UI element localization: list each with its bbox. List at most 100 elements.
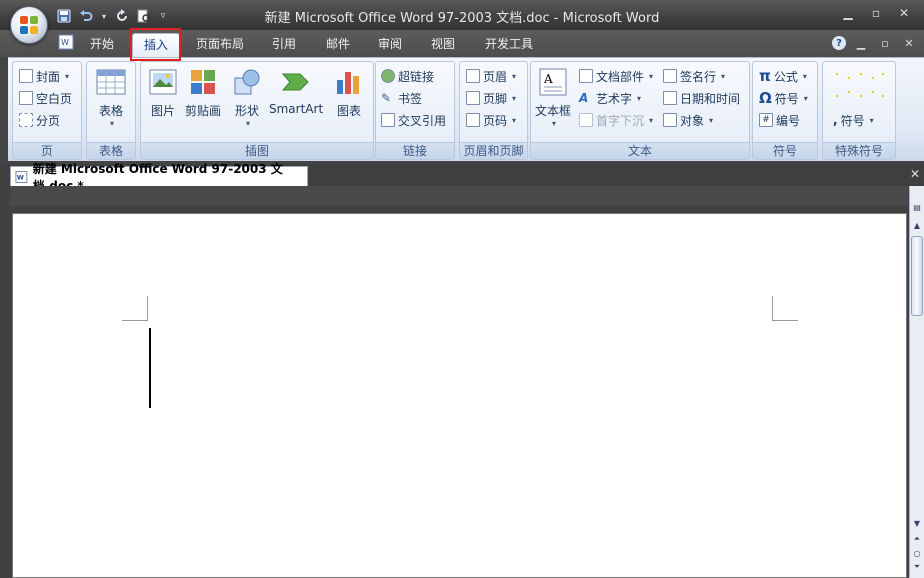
smartart-icon [281,73,309,91]
object-button[interactable]: 对象 ▾ [663,110,713,130]
special-symbols-gallery[interactable] [831,68,889,104]
textbox-button[interactable]: A 文本框 ▾ [535,66,571,128]
bookmark-icon: ✎ [381,91,392,105]
blank-page-icon [19,91,33,105]
chevron-down-icon: ▾ [512,93,517,103]
bookmark-button[interactable]: ✎ 书签 [381,88,422,108]
numbering-button[interactable]: # 编号 [759,110,800,130]
cover-button[interactable]: 封面 ▾ [19,66,69,86]
group-text: A 文本框 ▾ 文档部件 ▾ A 艺术字 ▾ 首字下沉 ▾ 签名行 ▾ 日期和时间 对象 ▾ [530,61,750,160]
chevron-down-icon: ▾ [552,119,557,128]
group-special-symbols: , 符号 ▾ 特殊符号 [822,61,896,160]
window-controls: ▁ ▫ ✕ [834,4,918,22]
group-illustrations: 图片 剪贴画 形状 ▾ SmartArt 图表 插图 [140,61,374,160]
page-break-button[interactable]: 分页 [19,110,60,130]
doc-close-icon[interactable]: ✕ [900,34,918,52]
page-number-button[interactable]: 页码 ▾ [466,110,516,130]
word-doc-icon: W [15,170,28,183]
title-bar: ▾ ▿ 新建 Microsoft Office Word 97-2003 文档.… [0,0,924,32]
group-links: 超链接 ✎ 书签 交叉引用 链接 [375,61,455,160]
signature-line-icon [663,69,677,83]
quick-parts-button[interactable]: 文档部件 ▾ [579,66,653,86]
group-label-links: 链接 [376,142,454,159]
ruler-toggle-icon[interactable]: ▤ [910,200,924,214]
footer-icon [466,91,480,105]
undo-icon[interactable] [78,8,94,24]
table-icon [96,69,126,95]
symbol-button[interactable]: Ω 符号 ▾ [759,88,808,108]
doc-minimize-icon[interactable]: ▁ [852,34,870,52]
vertical-scrollbar[interactable]: ▤ ▲ ▼ ⏶ ○ ⏷ [909,186,924,578]
group-pages: 封面 ▾ 空白页 分页 页 [12,61,82,160]
special-symbol-button[interactable]: , 符号 ▾ [833,110,874,130]
group-label-tables: 表格 [87,142,135,159]
footer-button[interactable]: 页脚 ▾ [466,88,516,108]
scroll-thumb[interactable] [911,236,923,316]
text-cursor [149,328,151,408]
clipart-button[interactable]: 剪贴画 [185,66,221,119]
customize-icon[interactable]: ▿ [158,8,168,24]
chevron-down-icon: ▾ [65,71,70,81]
wordart-button[interactable]: A 艺术字 ▾ [579,88,641,108]
ribbon: 封面 ▾ 空白页 分页 页 表格 ▾ 表格 图片 剪贴画 形状 ▾ SmartA… [8,57,924,161]
crop-mark-top-right [772,296,798,321]
print-preview-icon[interactable] [136,8,152,24]
tab-review[interactable]: 审阅 [368,33,412,57]
chevron-down-icon: ▾ [649,115,654,125]
group-label-header-footer: 页眉和页脚 [460,142,527,159]
hyperlink-button[interactable]: 超链接 [381,66,434,86]
tab-page-layout[interactable]: 页面布局 [190,33,250,57]
omega-icon: Ω [759,89,772,107]
tab-home[interactable]: 开始 [80,33,124,57]
close-icon[interactable]: ✕ [890,4,918,22]
page-number-icon [466,113,480,127]
redo-icon[interactable] [114,8,130,24]
office-button[interactable] [10,6,48,44]
header-button[interactable]: 页眉 ▾ [466,66,516,86]
group-label-symbols: 符号 [753,142,817,159]
browse-object-icon[interactable]: ○ [910,546,924,560]
crossref-button[interactable]: 交叉引用 [381,110,446,130]
group-label-text: 文本 [531,142,749,159]
picture-button[interactable]: 图片 [147,66,179,119]
chevron-down-icon: ▾ [721,71,726,81]
doc-restore-icon[interactable]: ▫ [876,34,894,52]
help-icon[interactable]: ? [832,36,846,50]
scroll-down-icon[interactable]: ▼ [910,516,924,530]
chevron-down-icon: ▾ [803,93,808,103]
undo-dropdown-icon[interactable]: ▾ [100,8,108,24]
picture-icon [149,69,177,95]
svg-text:W: W [17,173,24,181]
previous-page-icon[interactable]: ⏶ [910,532,924,546]
tab-references[interactable]: 引用 [262,33,306,57]
tab-view[interactable]: 视图 [421,33,465,57]
save-icon[interactable] [56,8,72,24]
tab-insert[interactable]: 插入 [132,33,180,57]
document-tab[interactable]: W 新建 Microsoft Office Word 97-2003 文档.do… [10,162,308,193]
equation-button[interactable]: π 公式 ▾ [759,66,807,86]
word-window: ▾ ▿ 新建 Microsoft Office Word 97-2003 文档.… [0,0,924,578]
drop-cap-button[interactable]: 首字下沉 ▾ [579,110,653,130]
close-icon[interactable]: ✕ [910,167,920,181]
chevron-down-icon: ▾ [637,93,642,103]
table-button[interactable]: 表格 ▾ [95,66,127,128]
tab-mailings[interactable]: 邮件 [316,33,360,57]
chevron-down-icon: ▾ [869,115,874,125]
ribbon-tab-row: W 开始 插入 页面布局 引用 邮件 审阅 视图 开发工具 [0,30,924,57]
minimize-icon[interactable]: ▁ [834,4,862,22]
maximize-icon[interactable]: ▫ [862,4,890,22]
blank-page-button[interactable]: 空白页 [19,88,72,108]
next-page-icon[interactable]: ⏷ [910,560,924,574]
shapes-button[interactable]: 形状 ▾ [231,66,263,128]
signature-line-button[interactable]: 签名行 ▾ [663,66,725,86]
group-label-pages: 页 [13,142,81,159]
chart-button[interactable]: 图表 [333,66,365,119]
semicolon-icon: , [833,113,838,127]
tab-developer[interactable]: 开发工具 [476,33,542,57]
smartart-button[interactable]: SmartArt [269,66,323,116]
scroll-up-icon[interactable]: ▲ [910,218,924,232]
document-page[interactable] [12,213,907,578]
calendar-icon [663,91,677,105]
datetime-button[interactable]: 日期和时间 [663,88,740,108]
header-icon [466,69,480,83]
